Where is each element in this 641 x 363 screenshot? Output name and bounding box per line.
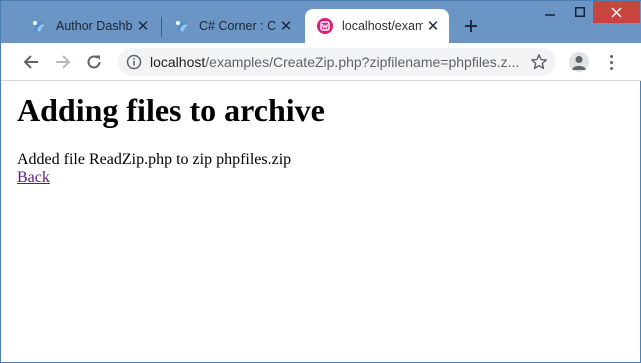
maximize-icon (575, 7, 585, 17)
minimize-button[interactable] (533, 1, 567, 23)
new-tab-button[interactable] (460, 15, 482, 37)
status-message: Added file ReadZip.php to zip phpfiles.z… (17, 151, 292, 168)
close-icon (611, 6, 622, 18)
info-icon[interactable] (125, 53, 143, 71)
wamp-favicon-icon (317, 18, 333, 34)
back-button[interactable] (18, 49, 44, 75)
tab-close-icon[interactable]: ✕ (276, 16, 296, 36)
url-text[interactable]: localhost/examples/CreateZip.php?zipfile… (150, 54, 522, 70)
tab-label: Author Dashboa (56, 19, 133, 33)
reload-icon (87, 55, 101, 69)
title-bar: Author Dashboa ✕ C# Corner : Co ✕ (1, 1, 641, 43)
minimize-icon (545, 14, 555, 16)
browser-menu-icon[interactable] (603, 52, 619, 72)
bookmark-star-icon[interactable] (530, 53, 548, 71)
browser-window: Author Dashboa ✕ C# Corner : Co ✕ (0, 0, 641, 363)
forward-button[interactable] (50, 49, 76, 75)
profile-avatar-icon[interactable] (569, 52, 589, 72)
url-path: /examples/CreateZip.php?zipfilename=phpf… (205, 54, 520, 70)
url-host: localhost (150, 54, 206, 70)
tab-csharp-corner[interactable]: C# Corner : Co ✕ (162, 9, 302, 43)
back-link[interactable]: Back (17, 169, 50, 187)
tab-close-icon[interactable]: ✕ (133, 16, 153, 36)
tab-label: C# Corner : Co (199, 19, 276, 33)
tab-close-icon[interactable]: ✕ (423, 16, 443, 36)
csharp-corner-favicon-icon (31, 18, 47, 34)
plus-icon (465, 20, 477, 32)
arrow-left-icon (23, 55, 38, 69)
page-heading: Adding files to archive (17, 92, 325, 128)
csharp-corner-favicon-icon (174, 18, 190, 34)
maximize-button[interactable] (567, 1, 593, 23)
tab-label: localhost/exam (342, 19, 423, 33)
tab-author-dashboard[interactable]: Author Dashboa ✕ (19, 9, 159, 43)
browser-toolbar: localhost/examples/CreateZip.php?zipfile… (1, 43, 641, 81)
arrow-right-icon (56, 55, 71, 69)
reload-button[interactable] (81, 49, 107, 75)
address-bar[interactable]: localhost/examples/CreateZip.php?zipfile… (118, 48, 556, 76)
close-window-button[interactable] (593, 1, 640, 23)
page-content: Adding files to archive Added file ReadZ… (17, 81, 627, 187)
tab-localhost[interactable]: localhost/exam ✕ (305, 9, 449, 43)
